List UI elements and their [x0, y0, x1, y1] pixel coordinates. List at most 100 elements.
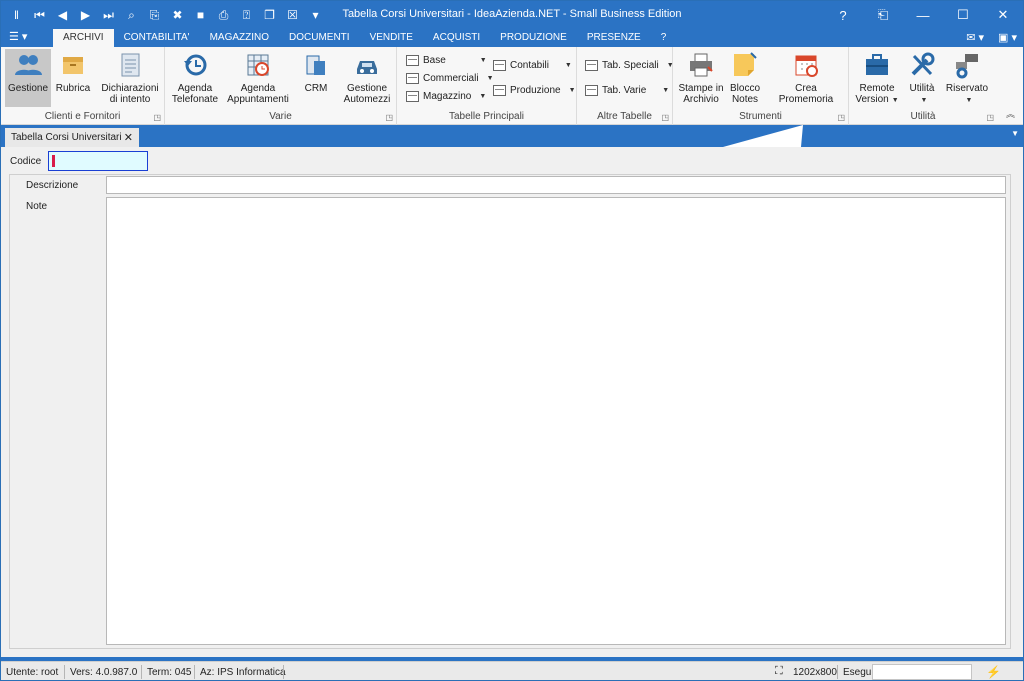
contabili-menu[interactable]: Contabili ▼	[493, 56, 572, 74]
group-title: Utilità	[910, 111, 936, 122]
document-tab[interactable]: Tabella Corsi Universitari ✕	[5, 128, 139, 147]
esegui-label: Esegui	[843, 667, 874, 678]
tab-list-dropdown-icon[interactable]: ▼	[1011, 129, 1019, 138]
printer-icon	[690, 53, 713, 77]
crea-promemoria-button[interactable]: Crea Promemoria	[767, 49, 845, 107]
group-title: Strumenti	[739, 111, 782, 122]
calculator-icon[interactable]: ⍰	[235, 4, 258, 26]
collapse-ribbon-icon[interactable]: ︽	[1006, 107, 1015, 120]
tab-vendite[interactable]: VENDITE	[360, 29, 423, 47]
close-button[interactable]: ✕	[983, 1, 1023, 29]
app-menu-button[interactable]: ☰ ▾	[9, 30, 39, 46]
tab-acquisti[interactable]: ACQUISTI	[423, 29, 490, 47]
status-bar: Utente: root Vers: 4.0.987.0 Term: 045 A…	[1, 661, 1023, 680]
group-strumenti: Stampe in Archivio Blocco Notes Crea Pro…	[673, 47, 849, 125]
dialog-launcher-icon[interactable]: ◳	[837, 113, 845, 122]
users-icon	[15, 55, 42, 75]
bookmark-icon[interactable]: ‖	[5, 4, 28, 26]
next-record-icon[interactable]: ▶	[74, 4, 97, 26]
tab-produzione[interactable]: PRODUZIONE	[490, 29, 577, 47]
dialog-launcher-icon[interactable]: ◳	[986, 113, 994, 122]
status-user: Utente: root	[6, 667, 59, 678]
tab-archivi[interactable]: ARCHIVI	[53, 29, 114, 47]
dialog-launcher-icon[interactable]: ◳	[385, 113, 393, 122]
descrizione-label: Descrizione	[26, 180, 79, 191]
gestione-button[interactable]: Gestione	[5, 49, 51, 107]
tab-varie-menu[interactable]: Tab. Varie ▼	[585, 81, 669, 99]
blocco-notes-button[interactable]: Blocco Notes	[727, 49, 763, 107]
fullscreen-icon[interactable]: ⛶	[775, 665, 783, 678]
utilita-button[interactable]: Utilità ▼	[903, 49, 941, 107]
last-record-icon[interactable]: ⏭	[97, 4, 120, 26]
delete-icon[interactable]: ✖	[166, 4, 189, 26]
tab-contabilita[interactable]: CONTABILITA'	[114, 29, 200, 47]
agenda-appuntamenti-button[interactable]: Agenda Appuntamenti	[225, 49, 291, 107]
status-company: Az: IPS Informatica	[200, 667, 286, 678]
lightning-icon[interactable]: ⚡	[986, 665, 1001, 679]
maximize-button[interactable]: ☐	[943, 1, 983, 29]
close-icon[interactable]: ✕	[124, 131, 133, 144]
reminder-calendar-icon	[795, 55, 818, 77]
group-title: Varie	[269, 111, 292, 122]
excel-icon[interactable]: ☒	[281, 4, 304, 26]
note-textarea[interactable]	[106, 197, 1006, 645]
app-window: ‖ ⏮ ◀ ▶ ⏭ ⌕ ⎘ ✖ ■ ⎙ ⍰ ❐ ☒ ▾ Tabella Corsi Universitar…	[0, 0, 1024, 681]
quick-access-toolbar: ‖ ⏮ ◀ ▶ ⏭ ⌕ ⎘ ✖ ■ ⎙ ⍰ ❐ ☒ ▾	[1, 1, 327, 29]
group-title: Altre Tabelle	[597, 111, 652, 122]
tab-speciali-menu[interactable]: Tab. Speciali ▼	[585, 56, 674, 74]
help-button[interactable]: ?	[823, 1, 863, 29]
document-tab-row: Tabella Corsi Universitari ✕ ▼	[1, 125, 1023, 147]
calendar-clock-icon	[247, 54, 269, 76]
folder-icon[interactable]: ■	[189, 4, 212, 26]
form-area: Codice Descrizione Note	[1, 147, 1023, 661]
minimize-button[interactable]: —	[903, 1, 943, 29]
table-icon	[406, 90, 419, 102]
sticky-note-icon	[734, 52, 757, 76]
briefcase-icon	[866, 54, 888, 75]
previous-record-icon[interactable]: ◀	[51, 4, 74, 26]
riservato-button[interactable]: Riservato ▼	[943, 49, 991, 107]
codice-input[interactable]	[48, 151, 148, 171]
descrizione-input[interactable]	[106, 176, 1006, 194]
group-title: Clienti e Fornitori	[44, 111, 121, 122]
decorative-swoosh-icon	[723, 125, 803, 147]
tab-help[interactable]: ?	[651, 29, 677, 47]
remote-version-button[interactable]: Remote Version ▼	[855, 49, 899, 107]
stampe-archivio-button[interactable]: Stampe in Archivio	[677, 49, 725, 107]
group-altre-tabelle: Tab. Speciali ▼ Tab. Varie ▼ Altre Tabelle…	[577, 47, 674, 125]
mail-icon[interactable]: ✉ ▾	[966, 31, 984, 44]
crm-icon	[306, 55, 325, 75]
tab-documenti[interactable]: DOCUMENTI	[279, 29, 360, 47]
table-icon	[585, 84, 598, 96]
restore-layout-icon[interactable]: ⎗	[863, 1, 903, 29]
print-icon[interactable]: ⎙	[212, 4, 235, 26]
tab-magazzino[interactable]: MAGAZZINO	[200, 29, 279, 47]
status-terminal: Term: 045	[147, 667, 192, 678]
windows-icon[interactable]: ▣ ▾	[998, 31, 1017, 44]
new-document-icon[interactable]: ⎘	[143, 4, 166, 26]
dialog-launcher-icon[interactable]: ◳	[153, 113, 161, 122]
dialog-launcher-icon[interactable]: ◳	[661, 113, 669, 122]
title-bar: ‖ ⏮ ◀ ▶ ⏭ ⌕ ⎘ ✖ ■ ⎙ ⍰ ❐ ☒ ▾ Tabella Corsi Universitar…	[1, 1, 1023, 29]
group-utilita: Remote Version ▼ Utilità ▼ Riservato ▼ Util…	[849, 47, 997, 125]
tools-icon	[911, 52, 935, 76]
agenda-telefonate-button[interactable]: Agenda Telefonate	[169, 49, 221, 107]
magazzino-menu[interactable]: Magazzino ▼	[406, 87, 486, 105]
tab-presenze[interactable]: PRESENZE	[577, 29, 651, 47]
first-record-icon[interactable]: ⏮	[28, 4, 51, 26]
base-menu[interactable]: Base ▼	[406, 51, 487, 69]
group-clienti-fornitori: Gestione Rubrica Dichiarazioni di intent…	[1, 47, 165, 125]
gestione-automezzi-button[interactable]: Gestione Automezzi	[341, 49, 393, 107]
crm-button[interactable]: CRM	[299, 49, 333, 107]
window-controls: ? ⎗ — ☐ ✕	[823, 1, 1023, 29]
produzione-menu[interactable]: Produzione ▼	[493, 81, 576, 99]
rubrica-button[interactable]: Rubrica	[53, 49, 93, 107]
esegui-input[interactable]	[872, 664, 972, 680]
commerciali-menu[interactable]: Commerciali ▼	[406, 69, 494, 87]
search-icon[interactable]: ⌕	[120, 4, 143, 26]
copy-icon[interactable]: ❐	[258, 4, 281, 26]
history-icon	[184, 54, 207, 76]
table-icon	[406, 72, 419, 84]
dichiarazioni-button[interactable]: Dichiarazioni di intento	[99, 49, 161, 107]
customize-dropdown-icon[interactable]: ▾	[304, 4, 327, 26]
